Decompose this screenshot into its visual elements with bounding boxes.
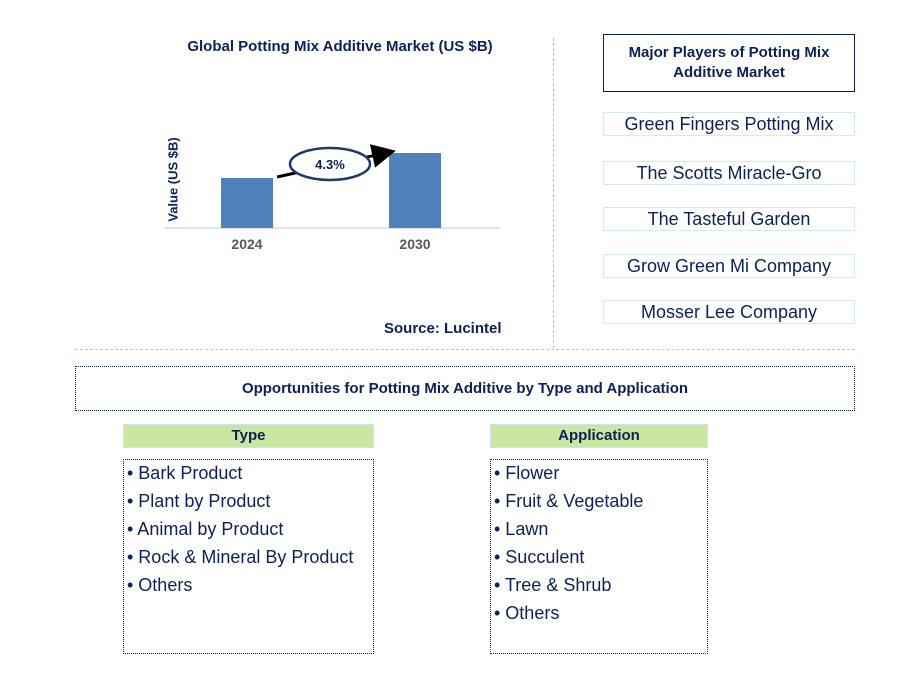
x-tick-2024: 2024 <box>231 236 263 252</box>
bar-2030 <box>389 153 441 228</box>
player-item: Green Fingers Potting Mix <box>603 112 855 136</box>
player-item: The Tasteful Garden <box>603 207 855 231</box>
bar-chart: 4.3% <box>165 144 500 229</box>
list-item: • Plant by Product <box>127 491 271 511</box>
bar-2024 <box>221 178 273 228</box>
players-title: Major Players of Potting Mix Additive Ma… <box>603 34 855 92</box>
player-item: Mosser Lee Company <box>603 300 855 324</box>
infographic: Global Potting Mix Additive Market (US $… <box>0 0 919 693</box>
list-item: • Fruit & Vegetable <box>494 491 644 511</box>
list-item: • Lawn <box>494 519 549 539</box>
cagr-label: 4.3% <box>315 157 345 172</box>
opportunities-title: Opportunities for Potting Mix Additive b… <box>75 366 855 411</box>
type-list: • Bark Product • Plant by Product • Anim… <box>123 459 374 654</box>
application-header: Application <box>490 424 708 448</box>
source-label: Source: Lucintel <box>384 320 502 337</box>
application-list: • Flower • Fruit & Vegetable • Lawn • Su… <box>490 459 708 654</box>
list-item: • Bark Product <box>127 463 243 483</box>
list-item: • Rock & Mineral By Product <box>127 547 354 567</box>
list-item: • Succulent <box>494 547 585 567</box>
list-item: • Animal by Product <box>127 519 284 539</box>
vertical-divider <box>553 38 554 348</box>
x-tick-2030: 2030 <box>399 236 431 252</box>
type-header: Type <box>123 424 374 448</box>
player-item: The Scotts Miracle-Gro <box>603 161 855 185</box>
player-item: Grow Green Mi Company <box>603 254 855 278</box>
horizontal-divider <box>75 349 855 350</box>
list-item: • Tree & Shrub <box>494 575 612 595</box>
list-item: • Flower <box>494 463 560 483</box>
list-item: • Others <box>494 603 560 623</box>
list-item: • Others <box>127 575 193 595</box>
